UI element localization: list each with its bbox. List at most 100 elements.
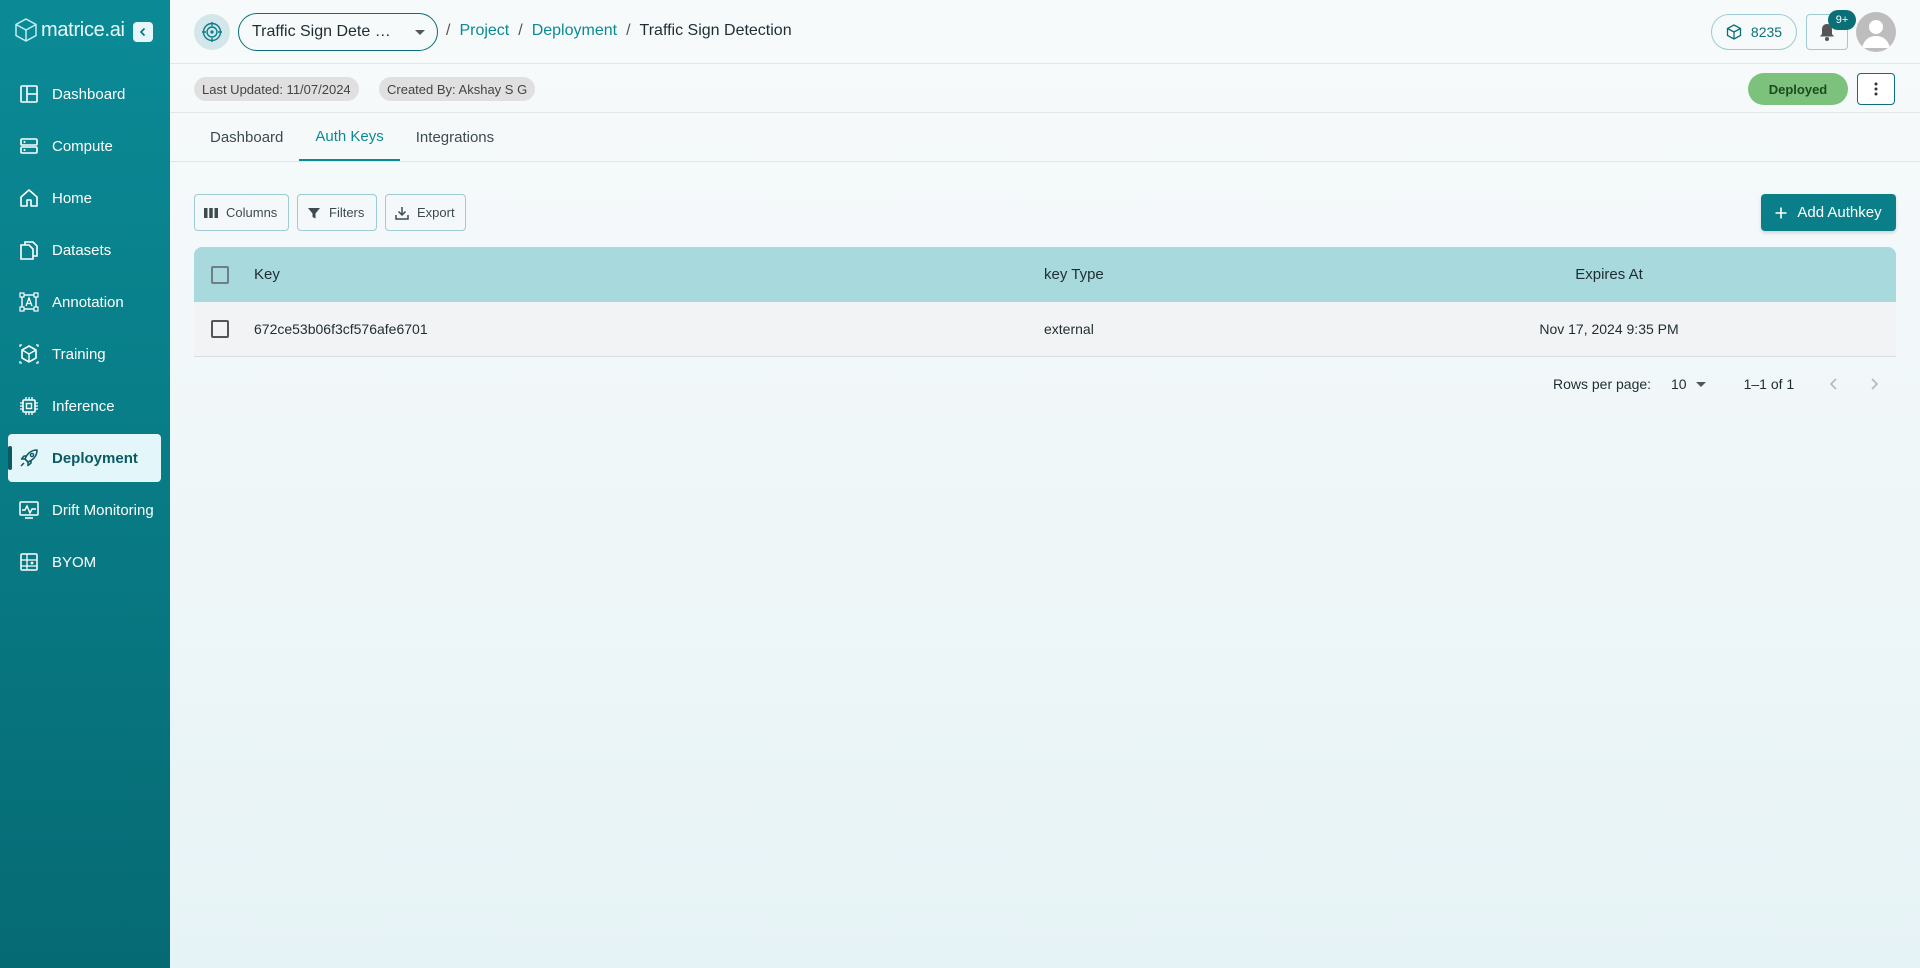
filter-icon <box>308 207 320 218</box>
cube-icon <box>1726 24 1742 40</box>
previous-page-button[interactable] <box>1824 374 1844 394</box>
next-page-button[interactable] <box>1864 374 1884 394</box>
sidebar-item-deployment[interactable]: Deployment <box>8 434 161 482</box>
filters-button[interactable]: Filters <box>297 194 377 231</box>
row-checkbox[interactable] <box>211 320 229 338</box>
caret-down-icon <box>1695 381 1706 387</box>
filters-label: Filters <box>329 205 365 220</box>
rows-per-page-label: Rows per page: <box>1553 376 1652 392</box>
sidebar-item-label: Home <box>52 189 93 207</box>
project-avatar[interactable] <box>194 14 230 50</box>
training-icon <box>19 344 39 364</box>
breadcrumb-separator: / <box>626 22 631 39</box>
breadcrumb-deployment-link[interactable]: Deployment <box>532 22 617 40</box>
cell-key: 672ce53b06f3cf576afe6701 <box>254 321 428 337</box>
created-by-chip: Created By: Akshay S G <box>379 77 536 101</box>
breadcrumb-project-link[interactable]: Project <box>459 22 509 40</box>
rocket-icon <box>20 449 38 467</box>
column-header-expires-at[interactable]: Expires At <box>1444 266 1774 283</box>
logo: matrice.ai <box>15 18 125 42</box>
dashboard-icon <box>20 85 38 103</box>
target-icon <box>202 22 222 42</box>
project-select[interactable]: Traffic Sign Dete … <box>238 13 438 51</box>
sidebar-item-label: Dashboard <box>52 85 126 103</box>
server-icon <box>20 138 38 154</box>
sidebar-nav: Dashboard Compute Home Datasets Annotati… <box>8 70 161 590</box>
chevron-right-icon <box>1871 378 1879 390</box>
files-icon <box>20 241 38 260</box>
sidebar-item-label: Compute <box>52 137 113 155</box>
annotation-icon <box>19 292 39 312</box>
credits-button[interactable]: 8235 <box>1711 14 1797 50</box>
chevron-left-icon <box>1829 378 1837 390</box>
table-header: Key key Type Expires At <box>194 247 1896 302</box>
columns-icon <box>204 207 218 218</box>
sidebar-item-label: Annotation <box>52 293 124 311</box>
collapse-sidebar-button[interactable] <box>133 22 153 42</box>
column-header-key[interactable]: Key <box>254 266 1044 283</box>
sidebar-item-compute[interactable]: Compute <box>8 122 161 170</box>
breadcrumb: / Project / Deployment / Traffic Sign De… <box>446 22 792 40</box>
sidebar-item-drift-monitoring[interactable]: Drift Monitoring <box>8 486 161 534</box>
add-authkey-button[interactable]: Add Authkey <box>1761 194 1896 231</box>
plus-icon <box>1775 207 1787 218</box>
cube-logo-icon <box>15 18 37 42</box>
breadcrumb-current: Traffic Sign Detection <box>639 22 792 39</box>
tab-auth-keys[interactable]: Auth Keys <box>299 114 400 161</box>
breadcrumb-separator: / <box>446 22 451 39</box>
sidebar-item-datasets[interactable]: Datasets <box>8 226 161 274</box>
top-bar: Traffic Sign Dete … / Project / Deployme… <box>170 0 1920 64</box>
more-vertical-icon <box>1874 82 1878 96</box>
sidebar-item-label: Inference <box>52 397 115 415</box>
status-badge: Deployed <box>1748 73 1848 105</box>
add-authkey-label: Add Authkey <box>1797 204 1882 221</box>
tab-dashboard[interactable]: Dashboard <box>194 114 299 161</box>
notification-badge: 9+ <box>1828 10 1856 30</box>
meta-bar: Last Updated: 11/07/2024 Created By: Aks… <box>170 65 1920 113</box>
pagination-range: 1–1 of 1 <box>1743 376 1795 392</box>
chip-icon <box>20 397 38 415</box>
sidebar-item-dashboard[interactable]: Dashboard <box>8 70 161 118</box>
pagination: Rows per page: 10 1–1 of 1 <box>1553 372 1896 396</box>
model-icon <box>20 553 38 571</box>
columns-label: Columns <box>226 205 278 220</box>
user-avatar[interactable] <box>1856 12 1896 52</box>
sidebar-item-label: Datasets <box>52 241 112 259</box>
download-icon <box>395 206 409 220</box>
project-select-value: Traffic Sign Dete … <box>252 23 391 40</box>
sidebar-item-home[interactable]: Home <box>8 174 161 222</box>
person-icon <box>1862 20 1890 48</box>
export-button[interactable]: Export <box>385 194 466 231</box>
chevron-left-icon <box>139 27 146 37</box>
cell-expires-at: Nov 17, 2024 9:35 PM <box>1539 321 1679 337</box>
sidebar-item-label: Deployment <box>52 449 138 467</box>
caret-down-icon <box>415 30 425 35</box>
tab-integrations[interactable]: Integrations <box>400 114 510 161</box>
export-label: Export <box>417 205 455 220</box>
sidebar-item-label: BYOM <box>52 553 97 571</box>
last-updated-chip: Last Updated: 11/07/2024 <box>194 77 359 101</box>
cell-key-type: external <box>1044 321 1094 337</box>
sidebar-item-training[interactable]: Training <box>8 330 161 378</box>
sidebar-item-byom[interactable]: BYOM <box>8 538 161 586</box>
logo-text: matrice.ai <box>41 18 125 41</box>
column-header-key-type[interactable]: key Type <box>1044 266 1444 283</box>
more-options-button[interactable] <box>1857 73 1895 105</box>
breadcrumb-separator: / <box>518 22 523 39</box>
main-content: Traffic Sign Dete … / Project / Deployme… <box>170 0 1920 968</box>
sidebar-item-label: Training <box>52 345 106 363</box>
home-icon <box>20 189 38 207</box>
auth-keys-table: Key key Type Expires At 672ce53b06f3cf57… <box>194 247 1896 357</box>
sidebar: matrice.ai Dashboard Compute Home Datase… <box>0 0 170 968</box>
rows-per-page-select[interactable]: 10 <box>1671 376 1706 392</box>
tab-bar: Dashboard Auth Keys Integrations <box>194 114 510 162</box>
credits-value: 8235 <box>1750 24 1783 40</box>
rows-per-page-value: 10 <box>1671 376 1687 392</box>
sidebar-item-inference[interactable]: Inference <box>8 382 161 430</box>
sidebar-item-label: Drift Monitoring <box>52 501 154 519</box>
select-all-checkbox[interactable] <box>211 265 229 284</box>
monitor-chart-icon <box>19 501 39 519</box>
table-row[interactable]: 672ce53b06f3cf576afe6701 external Nov 17… <box>194 302 1896 357</box>
sidebar-item-annotation[interactable]: Annotation <box>8 278 161 326</box>
columns-button[interactable]: Columns <box>194 194 289 231</box>
